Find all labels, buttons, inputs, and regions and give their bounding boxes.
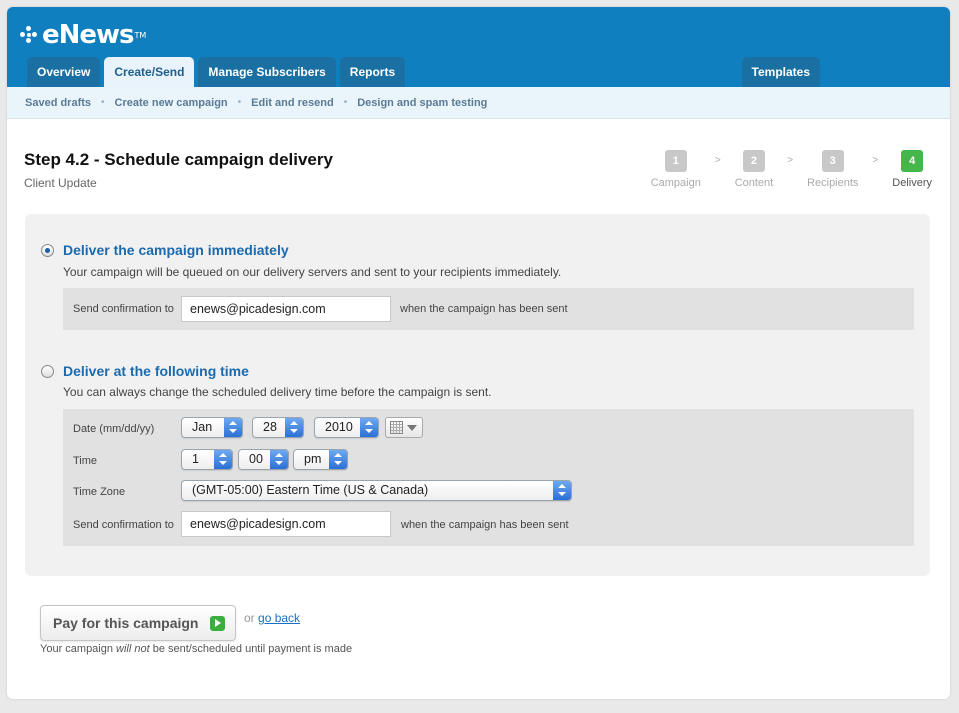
select-arrows-icon <box>360 418 378 437</box>
deliver-immediately-radio[interactable] <box>41 244 54 257</box>
month-value: Jan <box>192 420 213 434</box>
deliver-immediately-title[interactable]: Deliver the campaign immediately <box>63 242 289 258</box>
subnav-separator: • <box>101 97 105 108</box>
subnav-separator: • <box>237 97 242 108</box>
immediate-confirm-email-input[interactable] <box>181 296 391 322</box>
month-select[interactable]: Jan <box>181 417 243 438</box>
step-label: Recipients <box>807 177 859 189</box>
confirm-after-text: when the campaign has been sent <box>400 303 568 315</box>
timezone-label: Time Zone <box>73 486 126 498</box>
step-number: 3 <box>821 150 844 172</box>
page-subtitle: Client Update <box>24 176 97 190</box>
confirm-label: Send confirmation to <box>73 303 174 315</box>
step-number: 1 <box>664 150 687 172</box>
timezone-select[interactable]: (GMT-05:00) Eastern Time (US & Canada) <box>181 480 572 501</box>
minute-value: 00 <box>249 452 263 466</box>
date-label: Date (mm/dd/yy) <box>73 423 155 435</box>
step-recipients[interactable]: 3 Recipients <box>807 150 858 189</box>
deliver-immediately-description: Your campaign will be queued on our deli… <box>63 265 562 279</box>
day-value: 28 <box>263 420 277 434</box>
step-content[interactable]: 2 Content <box>734 150 774 189</box>
logo-dots-icon <box>20 26 38 44</box>
pay-button-label: Pay for this campaign <box>53 615 199 631</box>
ampm-select[interactable]: pm <box>293 449 348 470</box>
go-back-link[interactable]: go back <box>258 611 300 625</box>
or-text: or <box>244 611 255 625</box>
year-value: 2010 <box>325 420 353 434</box>
arrow-right-icon <box>210 616 225 631</box>
calendar-icon <box>390 421 403 434</box>
hour-value: 1 <box>192 452 199 466</box>
minute-select[interactable]: 00 <box>238 449 289 470</box>
step-progress: 1 Campaign > 2 Content > 3 Recipients > … <box>651 150 932 189</box>
subnav-create-new-campaign[interactable]: Create new campaign <box>115 97 228 109</box>
select-arrows-icon <box>224 418 242 437</box>
note-emphasis: will not <box>116 643 150 655</box>
select-arrows-icon <box>285 418 303 437</box>
tab-overview[interactable]: Overview <box>27 57 101 87</box>
day-select[interactable]: 28 <box>252 417 304 438</box>
step-campaign[interactable]: 1 Campaign <box>651 150 701 189</box>
logo-text: eNews <box>42 20 135 50</box>
payment-note: Your campaign will not be sent/scheduled… <box>40 643 352 655</box>
year-select[interactable]: 2010 <box>314 417 379 438</box>
confirm-label: Send confirmation to <box>73 519 174 531</box>
select-arrows-icon <box>553 481 571 500</box>
page-title: Step 4.2 - Schedule campaign delivery <box>24 150 333 169</box>
main-tabs: Overview Create/Send Manage Subscribers … <box>27 57 406 87</box>
ampm-value: pm <box>304 452 322 466</box>
app-window: eNews TM Overview Create/Send Manage Sub… <box>7 7 950 699</box>
step-label: Content <box>734 177 774 189</box>
subnav-edit-and-resend[interactable]: Edit and resend <box>251 97 334 109</box>
subnav-saved-drafts[interactable]: Saved drafts <box>25 97 91 109</box>
confirm-after-text: when the campaign has been sent <box>401 519 569 531</box>
step-separator: > <box>872 155 879 166</box>
dropdown-triangle-icon <box>407 425 417 431</box>
scheduled-confirm-email-input[interactable] <box>181 511 391 537</box>
select-arrows-icon <box>270 450 288 469</box>
immediate-confirmation-box: Send confirmation to when the campaign h… <box>63 288 914 330</box>
deliver-scheduled-radio[interactable] <box>41 365 54 378</box>
schedule-form-box: Date (mm/dd/yy) Jan 28 2010 Time 1 00 pm… <box>63 409 914 546</box>
select-arrows-icon <box>329 450 347 469</box>
subnav-design-spam-testing[interactable]: Design and spam testing <box>357 97 487 109</box>
time-label: Time <box>73 455 98 467</box>
step-label: Delivery <box>892 177 932 189</box>
note-text-after: be sent/scheduled until payment is made <box>149 643 353 655</box>
step-number: 4 <box>901 150 924 172</box>
timezone-value: (GMT-05:00) Eastern Time (US & Canada) <box>192 483 429 497</box>
tab-manage-subscribers[interactable]: Manage Subscribers <box>198 57 336 87</box>
delivery-options-panel: Deliver the campaign immediately Your ca… <box>25 214 930 576</box>
sub-navigation: Saved drafts • Create new campaign • Edi… <box>7 87 950 119</box>
deliver-scheduled-title[interactable]: Deliver at the following time <box>63 363 249 379</box>
pay-for-campaign-button[interactable]: Pay for this campaign <box>40 605 236 641</box>
tab-create-send[interactable]: Create/Send <box>104 57 195 87</box>
step-separator: > <box>714 155 721 166</box>
hour-select[interactable]: 1 <box>181 449 233 470</box>
logo-trademark: TM <box>134 30 147 40</box>
select-arrows-icon <box>214 450 232 469</box>
step-separator: > <box>787 155 794 166</box>
calendar-picker-button[interactable] <box>385 417 423 438</box>
tab-templates[interactable]: Templates <box>741 57 820 87</box>
enews-logo[interactable]: eNews TM <box>20 20 146 50</box>
note-text-before: Your campaign <box>40 643 117 655</box>
step-delivery: 4 Delivery <box>892 150 932 189</box>
subnav-separator: • <box>343 97 348 108</box>
deliver-scheduled-description: You can always change the scheduled deli… <box>63 385 492 399</box>
step-number: 2 <box>742 150 765 172</box>
step-label: Campaign <box>650 177 701 189</box>
tab-reports[interactable]: Reports <box>339 57 406 87</box>
header: eNews TM Overview Create/Send Manage Sub… <box>7 7 950 87</box>
or-go-back: or go back <box>244 609 300 627</box>
